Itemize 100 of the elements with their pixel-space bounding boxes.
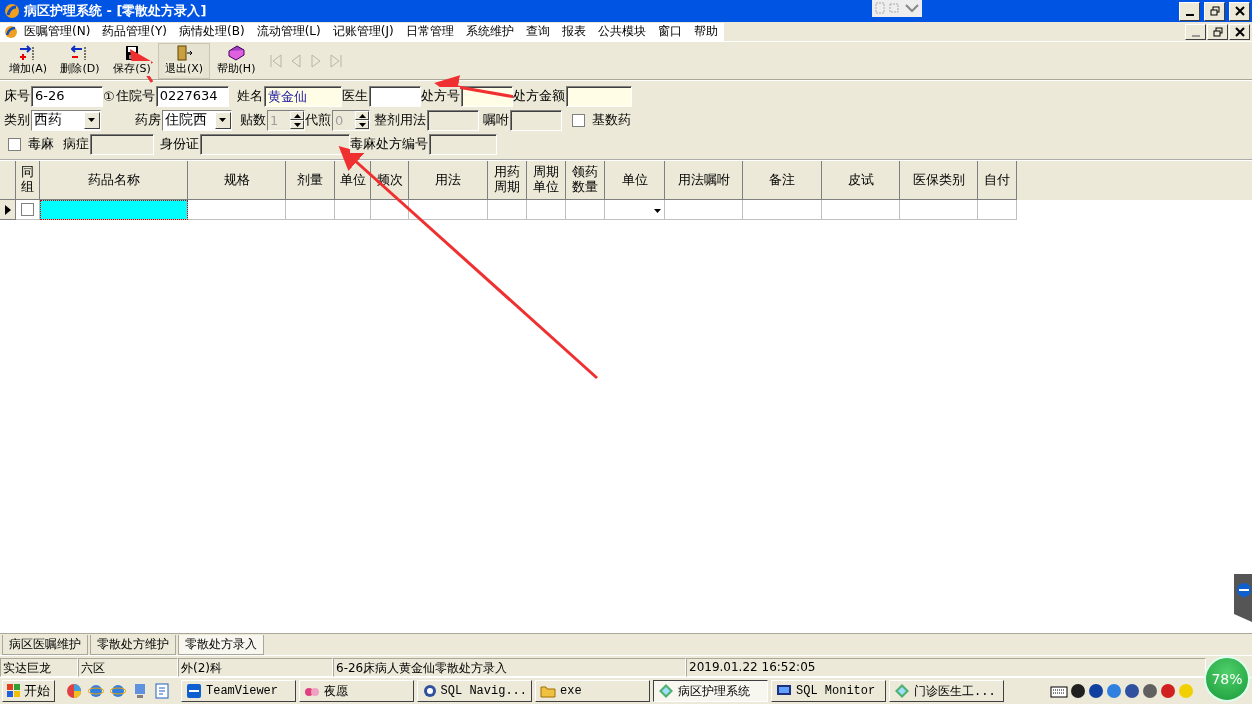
menu-item[interactable]: 日常管理 (399, 23, 460, 40)
table-cell[interactable] (743, 200, 822, 220)
checkbox-label: 毒麻 (28, 135, 54, 153)
input-field[interactable]: 0227634 (155, 85, 229, 107)
taskbar-button[interactable]: SQL Monitor (771, 680, 886, 702)
menu-item[interactable]: 帮助 (687, 23, 724, 40)
taskbar-button[interactable]: TeamViewer (181, 680, 296, 702)
table-cell[interactable] (488, 200, 527, 220)
tab[interactable]: 零散处方维护 (90, 635, 176, 655)
dropdown[interactable]: 西药 (31, 109, 101, 131)
table-cell[interactable] (822, 200, 900, 220)
folder-icon (540, 683, 556, 699)
field-label: 床号 (4, 87, 30, 105)
menu-item[interactable]: 系统维护 (459, 23, 520, 40)
dropdown[interactable]: 住院西 (162, 109, 232, 131)
minimize-button[interactable] (1185, 23, 1206, 40)
toolbar-button[interactable]: 删除(D) (54, 42, 106, 79)
checkbox[interactable] (8, 137, 21, 151)
checkbox[interactable] (572, 113, 585, 127)
table-cell[interactable] (900, 200, 978, 220)
minimize-button[interactable] (1179, 1, 1200, 21)
toolbar-button[interactable]: 保存(S) (106, 42, 158, 79)
table-cell[interactable] (978, 200, 1017, 220)
restore-icon (1209, 6, 1220, 16)
minimize-icon (1185, 14, 1194, 16)
checkbox-label: 基数药 (592, 111, 631, 129)
tray-icon (1160, 683, 1176, 699)
start-button[interactable]: 开始 (2, 680, 55, 702)
taskbar-button[interactable]: 门诊医生工... (889, 680, 1004, 702)
table-cell[interactable] (605, 200, 665, 220)
menu-item[interactable]: 窗口 (651, 23, 688, 40)
field-label: 住院号 (115, 87, 155, 105)
close-button[interactable] (1229, 1, 1250, 21)
taskbar-button[interactable]: 夜愿 (299, 680, 414, 702)
table-cell[interactable] (188, 200, 286, 220)
tray-icon (1178, 683, 1194, 699)
table-cell[interactable] (40, 200, 188, 220)
input-field[interactable] (368, 85, 421, 107)
app-logo-icon (4, 3, 20, 19)
table-cell[interactable] (335, 200, 371, 220)
document-icon (154, 683, 170, 699)
row-indicator[interactable] (0, 200, 16, 220)
toolbar-button[interactable]: 退出(X) (158, 42, 210, 79)
color-wheel-icon (66, 683, 82, 699)
field-label: 毒麻处方编号 (350, 135, 428, 153)
tray-icon (1106, 683, 1122, 699)
menu-item[interactable]: 查询 (519, 23, 556, 40)
table-cell[interactable] (566, 200, 605, 220)
toolbar-button[interactable]: 增加(A) (2, 42, 54, 79)
menu-item[interactable]: 流动管理(L) (250, 23, 327, 40)
toolbar-button[interactable]: 帮助(H) (210, 42, 262, 79)
browser-icon (88, 683, 104, 699)
menu-item[interactable]: 报表 (555, 23, 592, 40)
tray-icon (1088, 683, 1104, 699)
taskbar-button[interactable]: exe (535, 680, 650, 702)
taskbar-button[interactable]: SQL Navig... (417, 680, 532, 702)
tray-icon (1070, 683, 1086, 699)
compass-icon (422, 683, 437, 699)
menu-item[interactable]: 病情处理(B) (173, 23, 251, 40)
table-cell[interactable] (409, 200, 488, 220)
status-text: 六区 (78, 658, 178, 677)
spin-down-icon (358, 122, 366, 127)
input-field[interactable]: 黄金仙 (263, 85, 342, 107)
floating-toolbar-icon (872, 0, 922, 17)
minimize-icon (1191, 34, 1200, 37)
spin-down-icon (293, 122, 301, 127)
table-cell[interactable] (286, 200, 335, 220)
diamond-icon (658, 683, 674, 699)
computer-icon (132, 683, 148, 699)
keyboard-icon (1050, 684, 1068, 698)
menu-item[interactable]: 药品管理(Y) (96, 23, 174, 40)
field-label: 药房 (135, 111, 161, 129)
menu-item[interactable]: 医嘱管理(N) (18, 23, 97, 40)
table-cell[interactable] (665, 200, 743, 220)
input-field[interactable] (565, 85, 632, 107)
field-label: 身份证 (160, 135, 199, 153)
menu-item[interactable]: 记账管理(J) (326, 23, 400, 40)
last-arrow-icon (328, 52, 344, 69)
menu-item[interactable]: 公共模块 (591, 23, 652, 40)
tab[interactable]: 零散处方录入 (178, 635, 264, 655)
add-icon (19, 45, 37, 61)
browser-icon (110, 683, 126, 699)
taskbar-button[interactable]: 病区护理系统 (653, 680, 768, 702)
restore-button[interactable] (1204, 1, 1225, 21)
table-cell[interactable] (371, 200, 409, 220)
dropdown-arrow-icon (88, 117, 96, 123)
tab[interactable]: 病区医嘱维护 (2, 635, 88, 655)
checkbox[interactable] (21, 203, 34, 216)
table-cell[interactable] (16, 200, 40, 220)
close-button[interactable] (1229, 23, 1250, 40)
table-cell[interactable] (527, 200, 566, 220)
windows-flag-icon (7, 684, 21, 698)
dropdown-arrow-icon (219, 117, 227, 123)
close-icon (1234, 6, 1245, 16)
field-label: 类别 (4, 111, 30, 129)
restore-button[interactable] (1207, 23, 1228, 40)
input-field[interactable]: 6-26 (31, 85, 103, 107)
field-label: 整剂用法 (374, 111, 426, 129)
field-label: 代煎 (305, 111, 331, 129)
spin-up-icon (293, 113, 301, 118)
